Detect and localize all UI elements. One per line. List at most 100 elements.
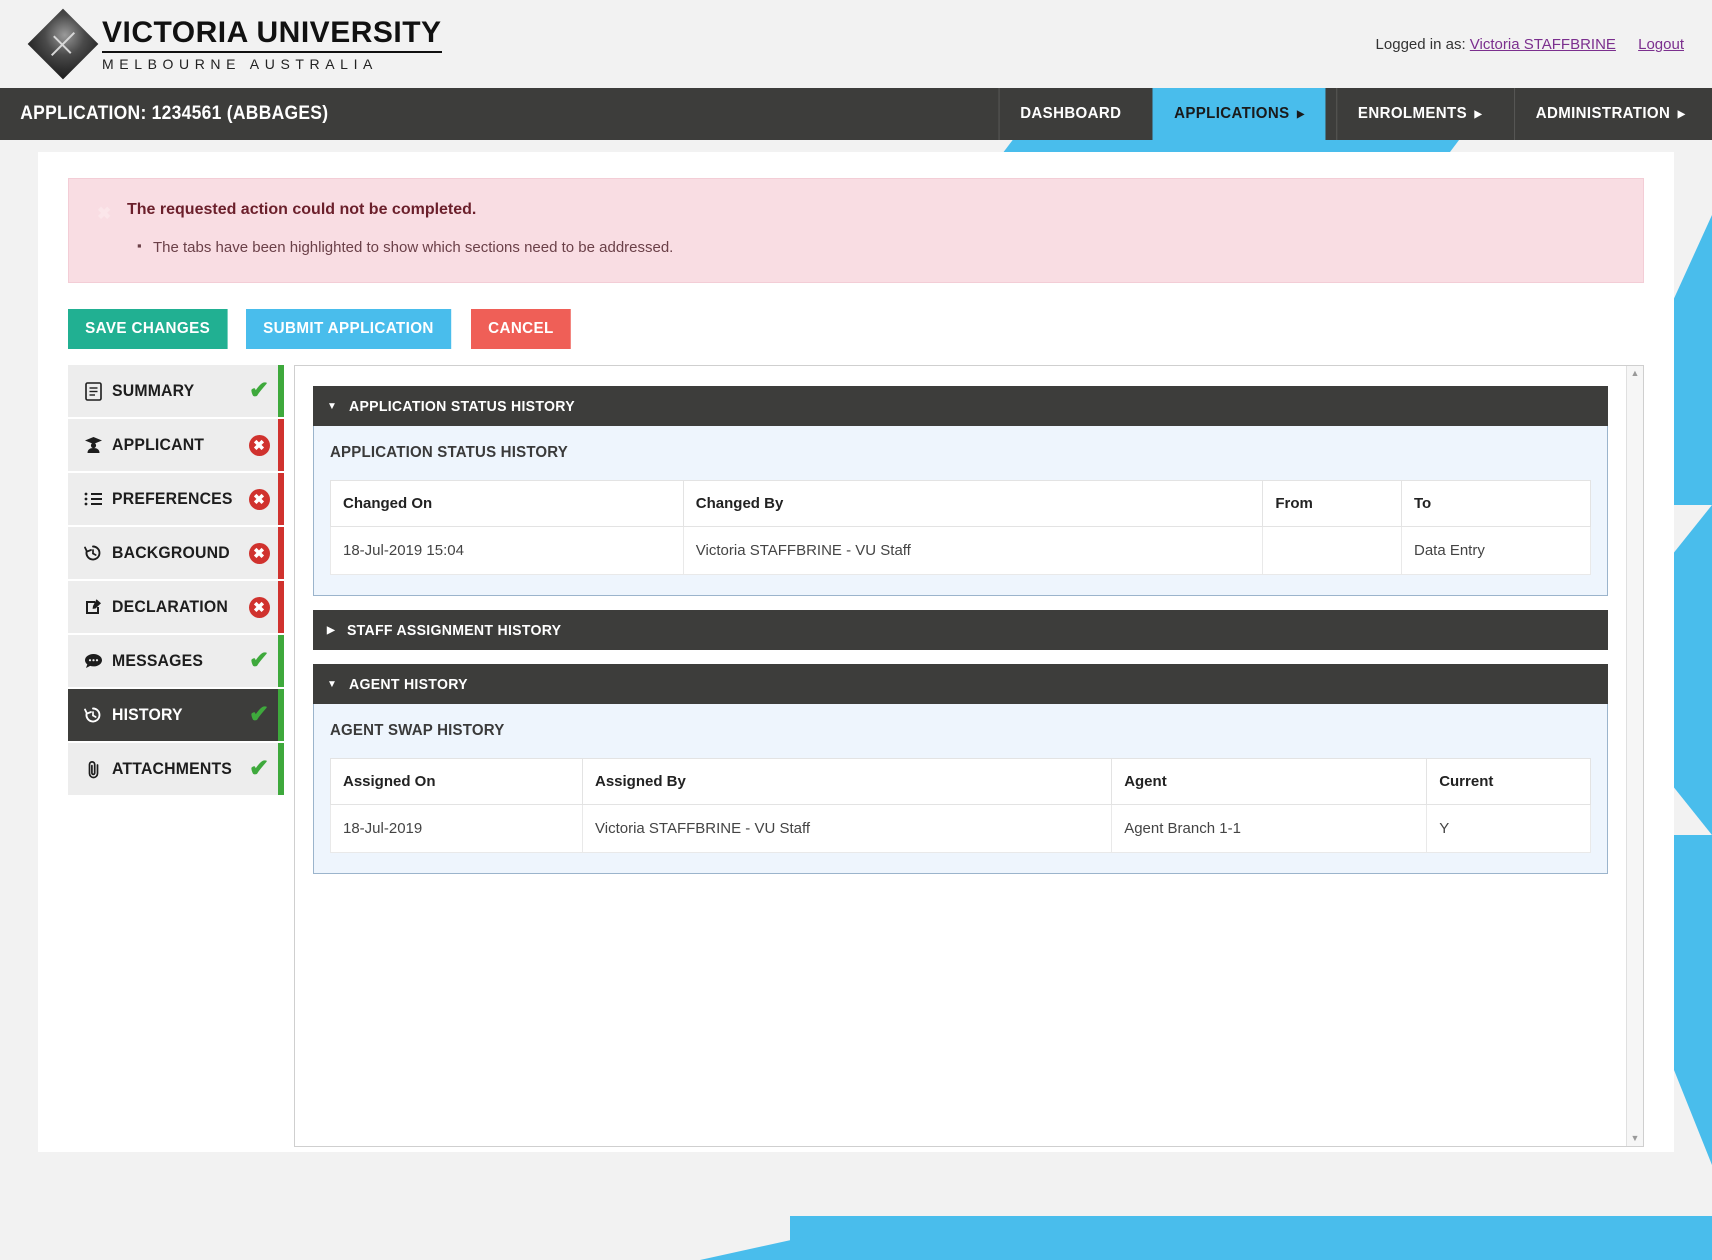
application-title: APPLICATION: 1234561 (ABBAGES) [20,103,329,124]
save-changes-button[interactable]: SAVE CHANGES [68,309,228,349]
submit-application-button[interactable]: SUBMIT APPLICATION [245,309,451,349]
status-edge-bar [278,473,284,525]
chevron-down-icon: ▼ [327,400,338,412]
error-alert: ✖ The requested action could not be comp… [68,178,1644,283]
action-toolbar: SAVE CHANGES SUBMIT APPLICATION CANCEL [68,309,1644,349]
nav-label: APPLICATIONS [1174,105,1290,122]
paperclip-icon [80,760,106,779]
panel-scrollbar[interactable]: ▲ ▼ [1626,366,1643,1146]
cancel-button[interactable]: CANCEL [471,309,572,349]
section-agent-history: ▼ AGENT HISTORY AGENT SWAP HISTORY Assig… [313,664,1608,874]
error-icon: ✖ [248,434,270,456]
cell-assigned-on: 18-Jul-2019 [330,804,583,853]
error-icon: ✖ [248,488,270,510]
column-header: Changed On [330,480,684,527]
alert-title: The requested action could not be comple… [127,201,477,218]
nav-label: DASHBOARD [1020,105,1122,122]
main-body: SUMMARY ✔ APPLICANT ✖ PREFERENCES ✖ BACK… [68,365,1644,1147]
sidebar-item-declaration[interactable]: DECLARATION ✖ [68,581,284,633]
sidebar-item-label: BACKGROUND [112,543,230,562]
list-icon [80,491,106,507]
sidebar-item-history[interactable]: HISTORY ✔ [68,689,284,741]
graduate-icon [80,436,106,454]
account-user-link[interactable]: Victoria STAFFBRINE [1470,36,1616,53]
chevron-down-icon: ▼ [327,678,338,690]
status-edge-bar [278,527,284,579]
comment-icon [80,653,106,669]
column-header: Assigned By [581,758,1113,805]
site-header: VICTORIA UNIVERSITY MELBOURNE AUSTRALIA … [0,0,1712,88]
section-header[interactable]: ▼ AGENT HISTORY [313,664,1608,704]
nav-item-enrolments[interactable]: ENROLMENTS ▶ [1336,88,1502,140]
sidebar-item-label: APPLICANT [112,435,205,454]
brand-logo[interactable]: VICTORIA UNIVERSITY MELBOURNE AUSTRALIA [27,8,442,80]
status-edge-bar [278,635,284,687]
check-icon: ✔ [248,755,270,782]
status-edge-bar [278,365,284,417]
cell-to: Data Entry [1400,526,1592,575]
check-icon: ✔ [248,377,270,404]
column-header: From [1262,480,1402,527]
decorative-footer-bar [790,1216,1712,1260]
sidebar-item-label: MESSAGES [112,651,204,670]
logout-link[interactable]: Logout [1638,36,1684,53]
status-badge: ✖ [248,488,270,510]
close-icon[interactable]: ✖ [97,205,111,222]
section-body: APPLICATION STATUS HISTORY Changed On Ch… [313,426,1608,596]
sidebar-item-label: ATTACHMENTS [112,759,233,778]
section-header[interactable]: ▶ STAFF ASSIGNMENT HISTORY [313,610,1608,650]
column-header: Agent [1111,758,1428,805]
table-row: 18-Jul-2019 15:04 Victoria STAFFBRINE - … [330,526,1592,575]
cell-changed-on: 18-Jul-2019 15:04 [330,526,684,575]
chevron-right-icon: ▶ [1677,108,1686,120]
cell-agent: Agent Branch 1-1 [1111,804,1428,853]
section-title: APPLICATION STATUS HISTORY [349,397,576,415]
status-edge-bar [278,689,284,741]
content-card: ✖ The requested action could not be comp… [38,152,1674,1152]
sidebar-item-label: DECLARATION [112,597,228,616]
nav-label: ENROLMENTS [1357,105,1467,122]
sidebar-item-messages[interactable]: MESSAGES ✔ [68,635,284,687]
history-icon [80,706,106,724]
sidebar-item-attachments[interactable]: ATTACHMENTS ✔ [68,743,284,795]
section-sidebar: SUMMARY ✔ APPLICANT ✖ PREFERENCES ✖ BACK… [68,365,284,797]
status-badge: ✔ [248,647,270,674]
sidebar-item-applicant[interactable]: APPLICANT ✖ [68,419,284,471]
sidebar-item-summary[interactable]: SUMMARY ✔ [68,365,284,417]
status-badge: ✖ [248,542,270,564]
sidebar-item-label: SUMMARY [112,381,195,400]
diamond-logo-icon [27,8,99,80]
nav-label: ADMINISTRATION [1535,105,1671,122]
history-icon [80,544,106,562]
section-subtitle: AGENT SWAP HISTORY [330,722,505,739]
nav-item-applications[interactable]: APPLICATIONS ▶ [1152,88,1326,140]
section-header[interactable]: ▼ APPLICATION STATUS HISTORY [313,386,1608,426]
panel-content: ▼ APPLICATION STATUS HISTORY APPLICATION… [295,366,1626,1146]
brand-name: VICTORIA UNIVERSITY [102,15,442,49]
check-icon: ✔ [248,647,270,674]
navbar-items: DASHBOARD APPLICATIONS ▶ ENROLMENTS ▶ AD… [994,88,1712,140]
brand-tagline: MELBOURNE AUSTRALIA [102,55,378,72]
section-title: AGENT HISTORY [349,675,469,693]
chevron-right-icon: ▶ [1474,108,1482,120]
error-icon: ✖ [248,596,270,618]
sidebar-item-background[interactable]: BACKGROUND ✖ [68,527,284,579]
sidebar-item-label: HISTORY [112,705,183,724]
status-badge: ✖ [248,596,270,618]
status-edge-bar [278,743,284,795]
column-header: Current [1426,758,1591,805]
sidebar-item-preferences[interactable]: PREFERENCES ✖ [68,473,284,525]
nav-item-dashboard[interactable]: DASHBOARD [998,88,1142,140]
table-header-row: Assigned On Assigned By Agent Current [330,758,1591,805]
status-badge: ✔ [248,755,270,782]
error-icon: ✖ [248,542,270,564]
scroll-up-icon[interactable]: ▲ [1631,369,1640,378]
scroll-down-icon[interactable]: ▼ [1631,1134,1640,1143]
section-application-status-history: ▼ APPLICATION STATUS HISTORY APPLICATION… [313,386,1608,596]
page-root: VICTORIA UNIVERSITY MELBOURNE AUSTRALIA … [0,0,1712,1260]
cell-assigned-by: Victoria STAFFBRINE - VU Staff [581,804,1113,853]
cell-changed-by: Victoria STAFFBRINE - VU Staff [682,526,1264,575]
section-body: AGENT SWAP HISTORY Assigned On Assigned … [313,704,1608,874]
table-header-row: Changed On Changed By From To [330,480,1592,527]
nav-item-administration[interactable]: ADMINISTRATION ▶ [1513,88,1706,140]
